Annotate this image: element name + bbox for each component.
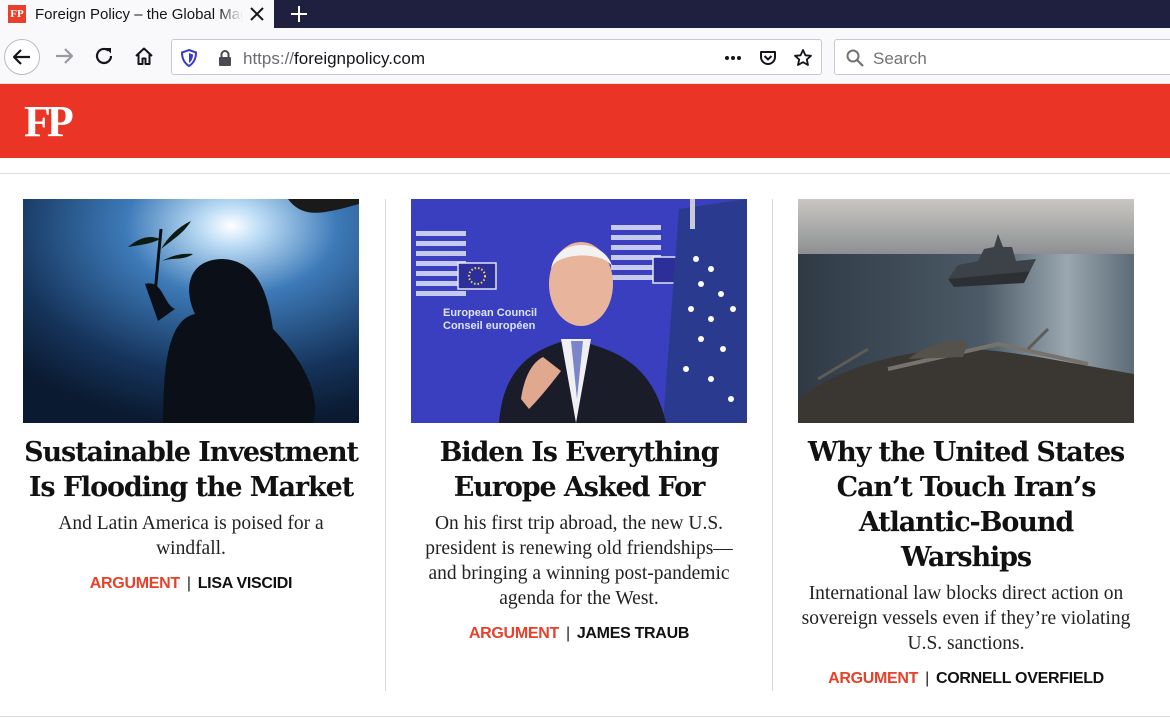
home-button[interactable]: [128, 40, 160, 72]
navigation-toolbar: https://foreignpolicy.com Search: [0, 28, 1170, 84]
tab-strip: FP Foreign Policy – the Global Magazine …: [0, 0, 1170, 28]
url-scheme: https://: [243, 49, 295, 68]
article-author[interactable]: LISA VISCIDI: [198, 575, 293, 592]
home-icon: [135, 47, 153, 65]
image-caption-text: Conseil européen: [443, 320, 536, 332]
article-card[interactable]: European Council Conseil européen Biden …: [411, 199, 747, 643]
article-headline[interactable]: Sustainable Investment Is Flooding the M…: [23, 435, 359, 505]
article-dek: And Latin America is poised for a windfa…: [58, 513, 324, 559]
article-meta: ARGUMENT | CORNELL OVERFIELD: [828, 670, 1104, 687]
search-placeholder: Search: [873, 49, 927, 68]
article-headline[interactable]: Biden Is Everything Europe Asked For: [411, 435, 747, 505]
plus-icon[interactable]: [287, 2, 311, 26]
pocket-icon[interactable]: [758, 48, 778, 68]
more-icon[interactable]: [723, 48, 743, 68]
search-bar[interactable]: Search: [834, 39, 1170, 75]
back-arrow-icon: [12, 49, 30, 65]
article-dek: On his first trip abroad, the new U.S. p…: [425, 513, 733, 609]
shield-icon[interactable]: [179, 48, 199, 68]
star-icon[interactable]: [793, 48, 813, 68]
favicon-icon: FP: [8, 5, 26, 23]
tab-title: Foreign Policy – the Global Magazine of …: [35, 5, 243, 23]
site-header: FP: [0, 84, 1170, 158]
bottom-divider: [0, 716, 1170, 717]
article-meta: ARGUMENT | JAMES TRAUB: [468, 625, 690, 642]
article-image-biden-europe[interactable]: European Council Conseil européen: [411, 199, 747, 423]
forward-button[interactable]: [48, 40, 80, 72]
search-icon: [846, 49, 864, 67]
article-author[interactable]: JAMES TRAUB: [577, 625, 690, 642]
header-divider: [0, 173, 1170, 174]
article-card[interactable]: Why the United States Can’t Touch Iran’s…: [798, 199, 1134, 688]
url-bar[interactable]: https://foreignpolicy.com: [171, 39, 822, 75]
article-author[interactable]: CORNELL OVERFIELD: [936, 670, 1104, 687]
url-host: foreignpolicy.com: [294, 49, 426, 68]
article-card[interactable]: Sustainable Investment Is Flooding the M…: [23, 199, 359, 593]
site-logo[interactable]: FP: [24, 100, 74, 144]
article-type[interactable]: ARGUMENT: [469, 625, 559, 642]
close-icon[interactable]: [248, 5, 266, 23]
article-image-plant-silhouette[interactable]: [23, 199, 359, 423]
article-meta: ARGUMENT | LISA VISCIDI: [89, 575, 293, 592]
lock-icon[interactable]: [215, 48, 235, 68]
browser-tab[interactable]: FP Foreign Policy – the Global Magazine …: [0, 0, 274, 28]
column-divider: [385, 199, 386, 691]
image-caption-text: European Council: [443, 307, 537, 319]
article-dek: International law blocks direct action o…: [801, 583, 1131, 654]
article-type[interactable]: ARGUMENT: [828, 670, 918, 687]
article-image-warships[interactable]: [798, 199, 1134, 423]
article-type[interactable]: ARGUMENT: [90, 575, 180, 592]
column-divider: [772, 199, 773, 691]
url-text[interactable]: https://foreignpolicy.com: [243, 49, 425, 69]
back-button[interactable]: [4, 39, 40, 75]
article-headline[interactable]: Why the United States Can’t Touch Iran’s…: [798, 435, 1134, 575]
reload-icon: [95, 47, 113, 65]
forward-arrow-icon: [56, 48, 74, 64]
reload-button[interactable]: [88, 40, 120, 72]
